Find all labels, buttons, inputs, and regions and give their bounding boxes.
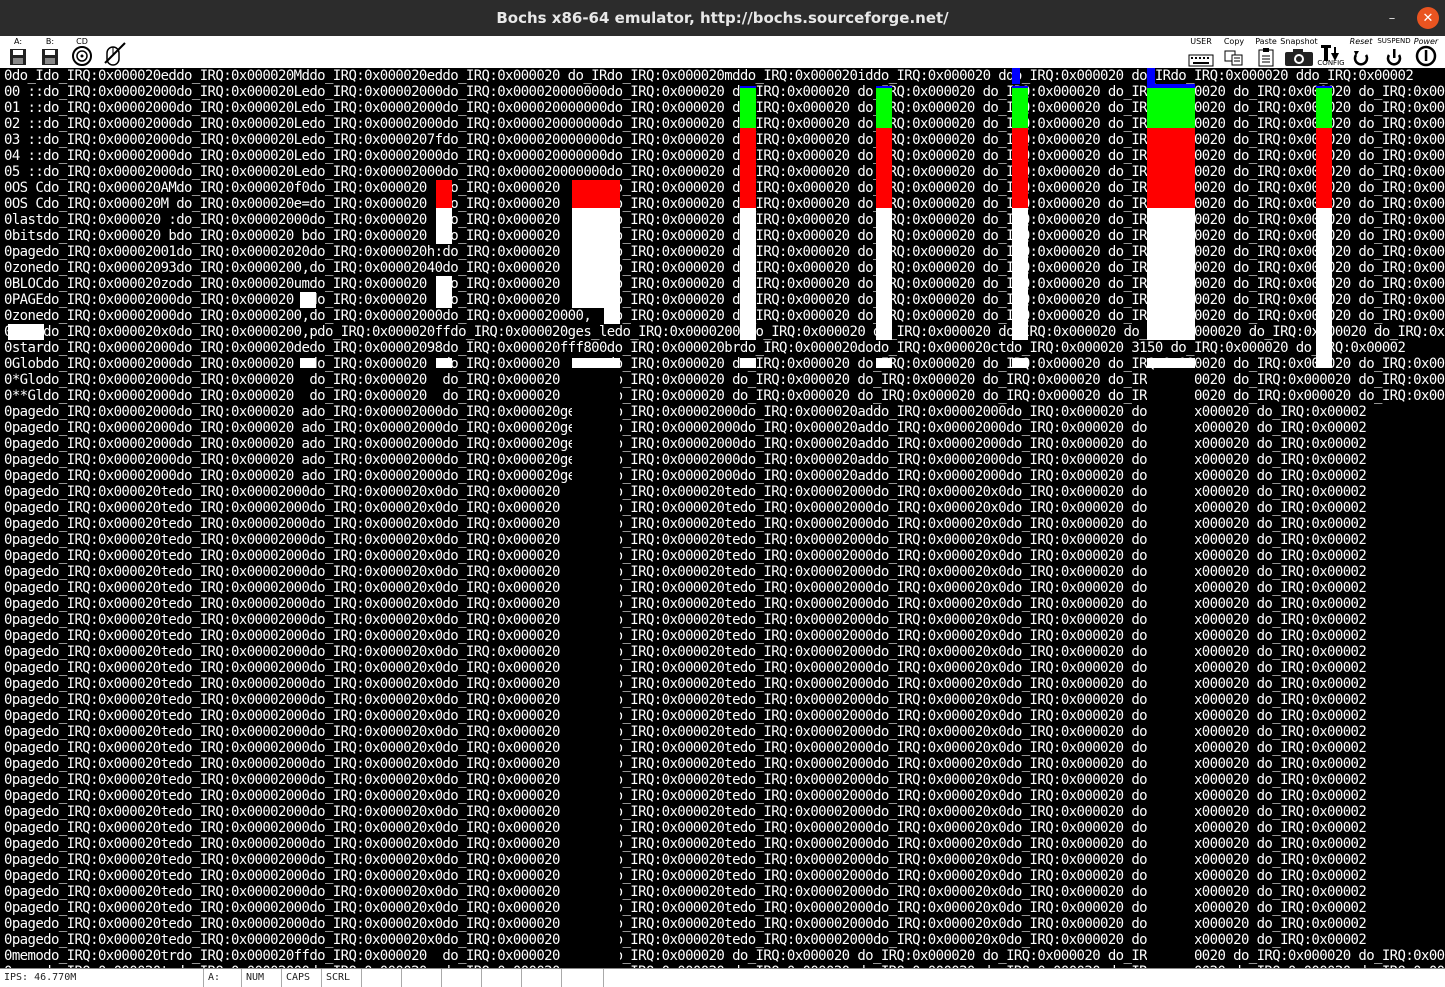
power-icon: [1415, 45, 1437, 67]
close-button[interactable]: ✕: [1417, 7, 1439, 29]
gfx-block: [1316, 88, 1332, 128]
num-lock-indicator: NUM: [242, 969, 282, 987]
config-button[interactable]: CONFIG: [1317, 37, 1345, 67]
suspend-icon: [1386, 49, 1402, 66]
gfx-block: [1147, 358, 1195, 368]
cdrom-icon: [72, 46, 92, 66]
gfx-block: [572, 208, 620, 308]
gfx-block: [876, 128, 892, 208]
gfx-block: [1147, 88, 1195, 128]
gfx-block: [436, 208, 452, 244]
floppy-b-button[interactable]: B:: [36, 37, 64, 67]
copy-button[interactable]: Copy: [1220, 37, 1248, 67]
gfx-block: [8, 324, 44, 340]
window-title: Bochs x86-64 emulator, http://bochs.sour…: [496, 9, 949, 27]
status-slot: [402, 969, 442, 987]
suspend-label: SUSPEND: [1377, 37, 1411, 45]
gfx-block: [436, 276, 452, 308]
gfx-block: [572, 358, 620, 368]
gfx-block: [436, 180, 452, 208]
config-label: CONFIG: [1317, 59, 1345, 67]
statusbar: IPS: 46.770M A: NUM CAPS SCRL: [0, 968, 1445, 987]
gfx-block: [740, 208, 756, 340]
gfx-block: [876, 358, 892, 368]
user-label: USER: [1190, 37, 1212, 46]
cdrom-button[interactable]: CD: [68, 37, 96, 67]
minimize-button[interactable]: –: [1381, 7, 1403, 29]
user-button[interactable]: USER: [1186, 37, 1216, 67]
gfx-block: [740, 88, 756, 128]
gfx-block: [1012, 88, 1028, 128]
caps-lock-indicator: CAPS: [282, 969, 322, 987]
gfx-block: [436, 358, 452, 368]
paste-button[interactable]: Paste: [1252, 37, 1280, 67]
bochs-toolbar: A: B: CD USER Copy Paste Snapshot CONFIG…: [0, 36, 1445, 69]
status-slot: [562, 969, 604, 987]
status-slot: [522, 969, 562, 987]
suspend-button[interactable]: SUSPEND: [1377, 37, 1411, 67]
status-slot: [442, 969, 482, 987]
snapshot-label: Snapshot: [1280, 37, 1318, 46]
status-slot: [362, 969, 402, 987]
mouse-button[interactable]: [100, 37, 130, 67]
gfx-block: [1012, 208, 1028, 340]
window-controls: – ✕: [1381, 7, 1439, 29]
gfx-block: [1316, 208, 1332, 368]
snapshot-button[interactable]: Snapshot: [1280, 37, 1318, 67]
gfx-block: [740, 128, 756, 208]
mouse-icon: [104, 42, 126, 66]
floppy-icon: [42, 49, 58, 65]
gfx-block: [740, 358, 756, 368]
camera-icon: [1285, 49, 1313, 66]
scroll-lock-indicator: SCRL: [322, 969, 362, 987]
floppy-a-label: A:: [13, 37, 23, 46]
screen-text: 0do_Ido_IRQ:0x000020eddo_IRQ:0x000020Mdd…: [4, 68, 1445, 968]
gfx-block: [1147, 128, 1195, 208]
paste-icon: [1258, 48, 1274, 67]
gfx-block: [1012, 358, 1028, 368]
gfx-block: [572, 372, 620, 968]
floppy-b-label: B:: [45, 37, 55, 46]
gfx-block: [572, 180, 620, 208]
drive-indicator: A:: [204, 969, 242, 987]
gfx-block: [876, 88, 892, 128]
emulator-screen[interactable]: 0do_Ido_IRQ:0x000020eddo_IRQ:0x000020Mdd…: [0, 68, 1445, 968]
cdrom-label: CD: [76, 37, 88, 46]
floppy-a-button[interactable]: A:: [4, 37, 32, 67]
reset-label: Reset: [1349, 37, 1373, 46]
power-label: Power: [1413, 37, 1439, 46]
gfx-block: [1012, 68, 1020, 84]
gfx-block: [604, 308, 620, 324]
power-button[interactable]: Power: [1410, 37, 1442, 67]
gfx-block: [1147, 372, 1195, 968]
keyboard-icon: [1188, 54, 1214, 67]
gfx-block: [1012, 128, 1028, 208]
gfx-block: [1147, 68, 1155, 84]
copy-label: Copy: [1223, 37, 1245, 46]
gfx-block: [1316, 128, 1332, 208]
gfx-block: [1147, 208, 1195, 340]
gfx-block: [300, 358, 316, 368]
gfx-block: [300, 292, 316, 308]
window-titlebar[interactable]: Bochs x86-64 emulator, http://bochs.sour…: [0, 0, 1445, 36]
gfx-block: [876, 208, 892, 340]
copy-icon: [1224, 50, 1243, 66]
ips-indicator: IPS: 46.770M: [0, 969, 204, 987]
floppy-icon: [10, 49, 26, 65]
paste-label: Paste: [1255, 37, 1277, 46]
reset-button[interactable]: Reset: [1346, 37, 1376, 67]
reset-icon: [1353, 51, 1369, 66]
status-slot: [482, 969, 522, 987]
